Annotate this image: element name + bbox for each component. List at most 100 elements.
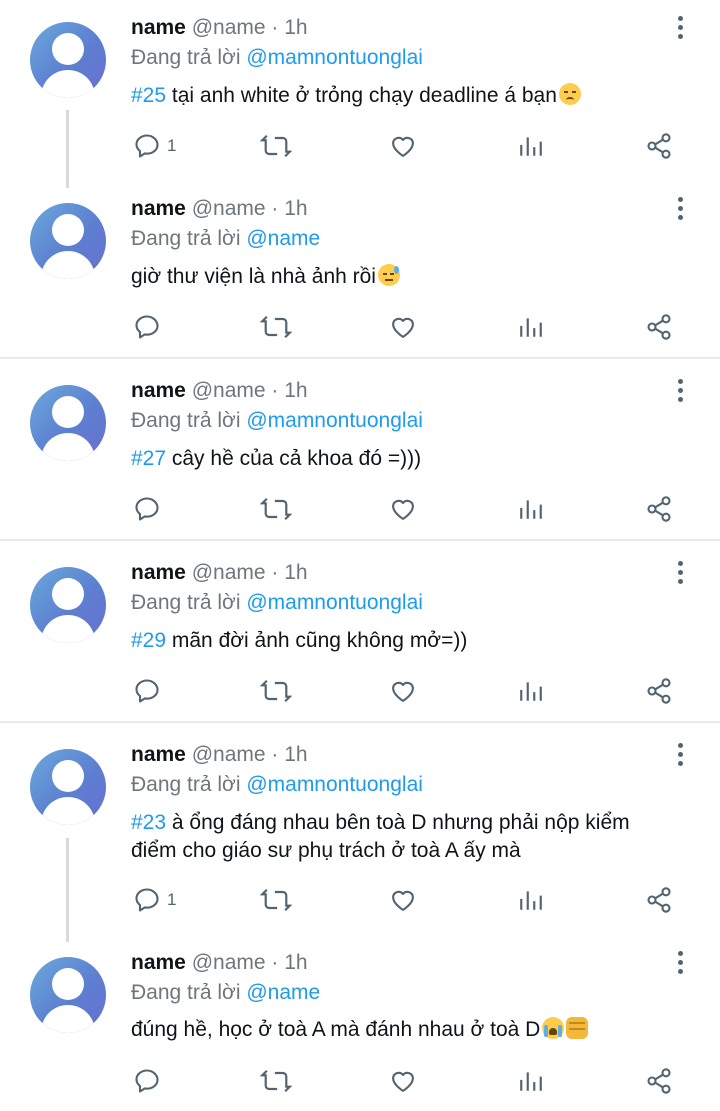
speech-bubble-icon [135, 888, 159, 912]
display-name[interactable]: name [131, 379, 186, 402]
reply-button[interactable]: 1 [133, 128, 176, 164]
share-button[interactable] [645, 673, 673, 709]
tweet-text: #29 mãn đời ảnh cũng không mở=)) [131, 627, 691, 655]
user-handle: @name [191, 16, 266, 39]
retweet-icon [260, 315, 292, 339]
display-name[interactable]: name [131, 16, 186, 39]
replying-to: Đang trả lời @mamnontuonglai [131, 591, 423, 615]
retweet-icon [260, 134, 292, 158]
reply-button[interactable]: 1 [133, 882, 176, 918]
kebab-menu-icon[interactable] [670, 16, 690, 42]
like-button[interactable] [389, 309, 417, 345]
hashtag-link[interactable]: #27 [131, 447, 166, 470]
share-button[interactable] [645, 128, 673, 164]
tweet[interactable]: name @name · 1h Đang trả lời @mamnontuon… [0, 723, 720, 943]
share-icon [647, 678, 671, 704]
analytics-button[interactable] [518, 128, 544, 164]
mention-link[interactable]: @mamnontuonglai [246, 46, 423, 69]
speech-bubble-icon [135, 497, 159, 521]
mention-link[interactable]: @name [246, 227, 320, 250]
retweet-button[interactable] [260, 882, 292, 918]
timestamp[interactable]: 1h [284, 197, 307, 220]
reply-button[interactable] [133, 1063, 167, 1099]
reply-button[interactable] [133, 309, 167, 345]
hashtag-link[interactable]: #25 [131, 84, 166, 107]
like-button[interactable] [389, 128, 417, 164]
retweet-button[interactable] [260, 128, 292, 164]
display-name[interactable]: name [131, 561, 186, 584]
share-icon [647, 887, 671, 913]
retweet-icon [260, 1069, 292, 1093]
retweet-button[interactable] [260, 1063, 292, 1099]
avatar[interactable] [30, 567, 106, 643]
kebab-menu-icon[interactable] [670, 951, 690, 977]
share-button[interactable] [645, 309, 673, 345]
mention-link[interactable]: @name [246, 981, 320, 1004]
reply-button[interactable] [133, 491, 167, 527]
replying-to: Đang trả lời @name [131, 981, 320, 1005]
user-handle: @name [191, 197, 266, 220]
analytics-button[interactable] [518, 491, 544, 527]
share-button[interactable] [645, 491, 673, 527]
share-icon [647, 314, 671, 340]
share-icon [647, 133, 671, 159]
analytics-button[interactable] [518, 882, 544, 918]
display-name[interactable]: name [131, 951, 186, 974]
avatar[interactable] [30, 749, 106, 825]
share-button[interactable] [645, 882, 673, 918]
replying-to-label: Đang trả lời [131, 409, 247, 432]
speech-bubble-icon [135, 134, 159, 158]
timestamp[interactable]: 1h [284, 16, 307, 39]
tweet[interactable]: name @name · 1h Đang trả lời @name đúng … [0, 943, 720, 1111]
analytics-button[interactable] [518, 1063, 544, 1099]
timestamp[interactable]: 1h [284, 951, 307, 974]
share-button[interactable] [645, 1063, 673, 1099]
mention-link[interactable]: @mamnontuonglai [246, 409, 423, 432]
tweet-body: cây hề của cả khoa đó =))) [166, 447, 422, 470]
tweet[interactable]: name @name · 1h Đang trả lời @name giờ t… [0, 186, 720, 357]
retweet-icon [260, 888, 292, 912]
kebab-menu-icon[interactable] [670, 561, 690, 587]
tweet-body: giờ thư viện là nhà ảnh rồi [131, 265, 376, 288]
like-button[interactable] [389, 882, 417, 918]
replying-to: Đang trả lời @mamnontuonglai [131, 773, 423, 797]
kebab-menu-icon[interactable] [670, 197, 690, 223]
mention-link[interactable]: @mamnontuonglai [246, 591, 423, 614]
avatar[interactable] [30, 385, 106, 461]
display-name[interactable]: name [131, 197, 186, 220]
analytics-button[interactable] [518, 673, 544, 709]
tweet-actions [0, 1063, 720, 1099]
hashtag-link[interactable]: #23 [131, 811, 166, 834]
tweet-body: đúng hề, học ở toà A mà đánh nhau ở toà … [131, 1018, 541, 1041]
like-button[interactable] [389, 1063, 417, 1099]
kebab-menu-icon[interactable] [670, 379, 690, 405]
tweet-actions: 1 [0, 882, 720, 918]
retweet-button[interactable] [260, 309, 292, 345]
timestamp[interactable]: 1h [284, 743, 307, 766]
tweet[interactable]: name @name · 1h Đang trả lời @mamnontuon… [0, 541, 720, 721]
bar-chart-icon [520, 1072, 542, 1091]
kebab-menu-icon[interactable] [670, 743, 690, 769]
mention-link[interactable]: @mamnontuonglai [246, 773, 423, 796]
like-button[interactable] [389, 673, 417, 709]
display-name[interactable]: name [131, 743, 186, 766]
avatar[interactable] [30, 22, 106, 98]
reply-button[interactable] [133, 673, 167, 709]
tweet[interactable]: name @name · 1h Đang trả lời @mamnontuon… [0, 359, 720, 539]
like-button[interactable] [389, 491, 417, 527]
avatar[interactable] [30, 203, 106, 279]
tweet[interactable]: name @name · 1h Đang trả lời @mamnontuon… [0, 0, 720, 186]
retweet-button[interactable] [260, 673, 292, 709]
tweet-actions: 1 [0, 128, 720, 164]
replying-to-label: Đang trả lời [131, 773, 247, 796]
replying-to-label: Đang trả lời [131, 46, 247, 69]
disappointed-face-icon [558, 83, 581, 105]
avatar[interactable] [30, 957, 106, 1033]
timestamp[interactable]: 1h [284, 379, 307, 402]
timestamp[interactable]: 1h [284, 561, 307, 584]
tweet-actions [0, 309, 720, 345]
retweet-button[interactable] [260, 491, 292, 527]
analytics-button[interactable] [518, 309, 544, 345]
replying-to: Đang trả lời @mamnontuonglai [131, 46, 423, 70]
hashtag-link[interactable]: #29 [131, 629, 166, 652]
